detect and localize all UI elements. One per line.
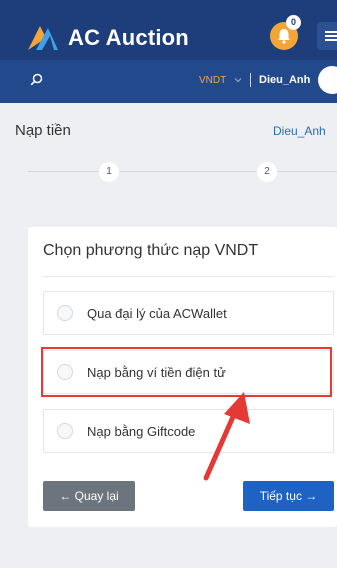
option-label: Nạp bằng Giftcode bbox=[87, 424, 196, 439]
search-icon[interactable] bbox=[30, 73, 43, 86]
brand-name[interactable]: AC Auction bbox=[68, 25, 189, 51]
header-username[interactable]: Dieu_Anh bbox=[259, 74, 310, 86]
notification-badge: 0 bbox=[286, 15, 301, 30]
menu-icon bbox=[325, 39, 337, 41]
currency-selector[interactable]: VNDT bbox=[199, 75, 226, 86]
radio-button[interactable] bbox=[57, 423, 73, 439]
menu-icon bbox=[325, 31, 337, 33]
back-button[interactable]: ← Quay lại bbox=[43, 481, 135, 511]
card-divider bbox=[43, 276, 334, 277]
menu-icon bbox=[325, 35, 337, 37]
header-divider bbox=[250, 73, 251, 87]
highlight-box bbox=[41, 347, 332, 397]
chevron-down-icon[interactable] bbox=[234, 76, 242, 84]
card-title: Chọn phương thức nạp VNDT bbox=[43, 242, 259, 259]
page-title: Nạp tiền bbox=[15, 122, 71, 139]
option-agent[interactable]: Qua đại lý của ACWallet bbox=[43, 291, 334, 335]
continue-button[interactable]: Tiếp tục → bbox=[243, 481, 334, 511]
option-label: Qua đại lý của ACWallet bbox=[87, 306, 227, 321]
bell-icon bbox=[278, 29, 290, 44]
radio-button[interactable] bbox=[57, 305, 73, 321]
option-giftcode[interactable]: Nạp bằng Giftcode bbox=[43, 409, 334, 453]
app-frame: AC Auction 0 VNDT Dieu_Anh Nạp tiền Dieu… bbox=[0, 0, 337, 568]
page-username-link[interactable]: Dieu_Anh bbox=[273, 124, 326, 138]
step-2-indicator: 2 bbox=[257, 162, 277, 182]
stepper-line bbox=[28, 171, 337, 172]
menu-button[interactable] bbox=[317, 22, 337, 50]
step-1-indicator: 1 bbox=[99, 162, 119, 182]
logo-icon bbox=[28, 26, 58, 50]
